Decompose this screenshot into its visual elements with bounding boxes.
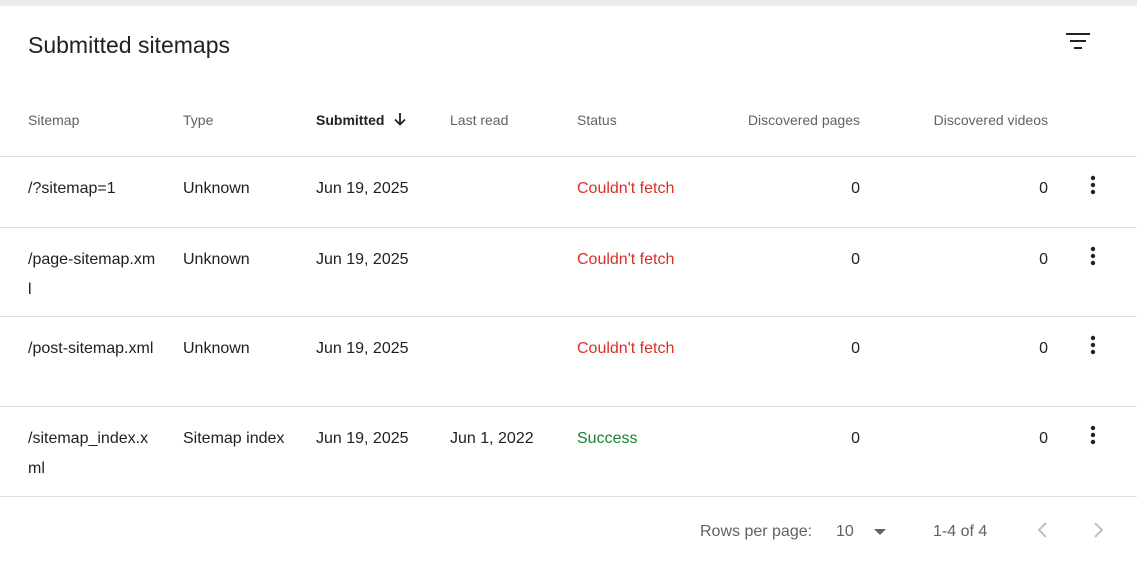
cell-discovered-pages: 0 xyxy=(851,340,860,357)
table-row[interactable]: /page-sitemap.xml Unknown Jun 19, 2025 Coul… xyxy=(0,228,1137,317)
row-more-button[interactable] xyxy=(1081,244,1105,268)
filter-button[interactable] xyxy=(1062,28,1094,56)
next-page-button[interactable] xyxy=(1086,518,1110,542)
cell-status: Couldn't fetch xyxy=(577,180,675,197)
arrow-drop-down-icon xyxy=(874,529,886,535)
cell-discovered-videos: 0 xyxy=(1039,430,1048,447)
chevron-right-icon xyxy=(1094,522,1104,538)
row-more-button[interactable] xyxy=(1081,333,1105,357)
cell-type: Unknown xyxy=(183,251,250,268)
rows-per-page-select[interactable]: 10 xyxy=(836,519,892,545)
table-footer: Rows per page: 10 1-4 of 4 xyxy=(0,497,1137,565)
cell-submitted: Jun 19, 2025 xyxy=(316,340,409,357)
cell-submitted: Jun 19, 2025 xyxy=(316,180,409,197)
column-header-status[interactable]: Status xyxy=(577,112,617,128)
table-row[interactable]: /post-sitemap.xml Unknown Jun 19, 2025 Coul… xyxy=(0,317,1137,407)
cell-sitemap: /?sitemap=1 xyxy=(28,180,116,197)
more-vert-icon xyxy=(1090,425,1096,445)
row-more-button[interactable] xyxy=(1081,423,1105,447)
table-header: Sitemap Type Submitted Last read Status … xyxy=(0,96,1137,157)
card-title: Submitted sitemaps xyxy=(28,32,230,58)
cell-status: Couldn't fetch xyxy=(577,340,675,357)
column-header-discovered-videos[interactable]: Discovered videos xyxy=(880,112,1048,128)
cell-sitemap: /page-sitemap.xml xyxy=(28,251,156,298)
cell-type: Unknown xyxy=(183,180,250,197)
cell-discovered-pages: 0 xyxy=(851,251,860,268)
cell-discovered-videos: 0 xyxy=(1039,340,1048,357)
column-header-last-read[interactable]: Last read xyxy=(450,112,508,128)
table-row[interactable]: /sitemap_index.xml Sitemap index Jun 19, 2… xyxy=(0,407,1137,497)
chevron-left-icon xyxy=(1037,522,1047,538)
cell-submitted: Jun 19, 2025 xyxy=(316,251,409,268)
column-header-submitted-label: Submitted xyxy=(316,112,385,128)
cell-status: Couldn't fetch xyxy=(577,251,675,268)
cell-last-read: Jun 1, 2022 xyxy=(450,430,534,447)
cell-discovered-pages: 0 xyxy=(851,180,860,197)
pagination-range: 1-4 of 4 xyxy=(933,523,988,540)
cell-discovered-pages: 0 xyxy=(851,430,860,447)
previous-page-button[interactable] xyxy=(1031,518,1055,542)
row-more-button[interactable] xyxy=(1081,173,1105,197)
column-header-sitemap[interactable]: Sitemap xyxy=(28,112,79,128)
rows-per-page-label: Rows per page: xyxy=(700,523,813,540)
cell-submitted: Jun 19, 2025 xyxy=(316,430,409,447)
column-header-submitted[interactable]: Submitted xyxy=(316,112,408,129)
column-header-type[interactable]: Type xyxy=(183,112,213,128)
cell-discovered-videos: 0 xyxy=(1039,251,1048,268)
cell-status: Success xyxy=(577,430,638,447)
cell-discovered-videos: 0 xyxy=(1039,180,1048,197)
table-row[interactable]: /?sitemap=1 Unknown Jun 19, 2025 Couldn't f… xyxy=(0,157,1137,228)
rows-per-page-value: 10 xyxy=(836,523,854,540)
cell-sitemap: /post-sitemap.xml xyxy=(28,340,154,357)
cell-type: Sitemap index xyxy=(183,430,285,447)
more-vert-icon xyxy=(1090,335,1096,355)
arrow-downward-icon xyxy=(394,113,407,127)
cell-sitemap: /sitemap_index.xml xyxy=(28,430,149,477)
more-vert-icon xyxy=(1090,246,1096,266)
more-vert-icon xyxy=(1090,175,1096,195)
column-header-discovered-pages[interactable]: Discovered pages xyxy=(700,112,860,128)
top-divider xyxy=(0,0,1137,6)
cell-type: Unknown xyxy=(183,340,250,357)
filter-list-icon xyxy=(1066,33,1090,49)
